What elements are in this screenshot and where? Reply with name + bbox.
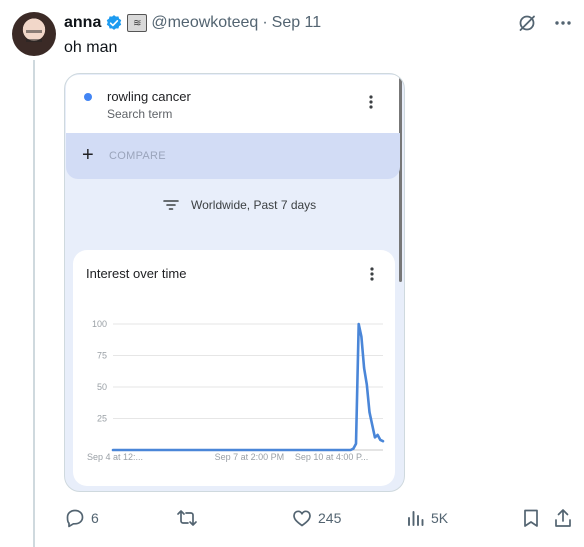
plus-icon: + (82, 144, 94, 166)
reply-count: 6 (91, 510, 99, 526)
share-icon (555, 509, 571, 527)
interest-line-chart: 25 50 75 100 Sep 4 at 12:... Sep 7 at 2:00 PM… (87, 319, 385, 462)
author-handle[interactable]: @meowkoteeq (151, 14, 258, 32)
y-tick-label: 25 (97, 414, 107, 424)
more-options-icon[interactable] (554, 14, 572, 32)
tweet-header: anna ≋ @meowkoteeq · Sep 11 (64, 12, 321, 34)
views-chart-icon (408, 511, 424, 526)
filter-icon (163, 200, 179, 210)
compare-bar: + COMPARE (66, 133, 400, 179)
tweet-text: oh man (64, 39, 118, 56)
kebab-menu-icon (369, 95, 373, 109)
y-tick-label: 50 (97, 382, 107, 392)
filter-row: Worldwide, Past 7 days (163, 198, 316, 212)
x-tick-label: Sep 4 at 12:... (87, 452, 143, 462)
x-tick-label: Sep 10 at 4:00 P... (295, 452, 368, 462)
search-term-title: rowling cancer (107, 89, 191, 104)
x-tick-label: Sep 7 at 2:00 PM (215, 452, 285, 462)
repost-icon (177, 510, 197, 526)
views-action[interactable]: 5K (407, 507, 448, 529)
share-action[interactable] (554, 507, 572, 529)
affiliate-badge-icon: ≋ (127, 14, 148, 32)
repost-action[interactable] (176, 507, 198, 529)
tweet-date[interactable]: Sep 11 (272, 14, 322, 32)
like-action[interactable]: 245 (292, 507, 341, 529)
thread-line (33, 60, 35, 547)
search-term-card: rowling cancer Search term (66, 75, 399, 133)
header-separator: · (262, 14, 268, 31)
tweet-action-bar: 6 245 5K (64, 507, 574, 529)
header-actions (518, 14, 572, 32)
heart-icon (293, 510, 311, 527)
grok-icon[interactable] (518, 14, 536, 32)
filter-label: Worldwide, Past 7 days (191, 198, 317, 212)
interest-chart-card: Interest over time 25 50 75 100 Sep 4 at 12:… (73, 250, 395, 486)
reply-icon (66, 509, 84, 528)
compare-label: COMPARE (109, 150, 166, 162)
bookmark-action[interactable] (522, 507, 540, 529)
bookmark-icon (524, 509, 538, 527)
avatar[interactable] (12, 12, 56, 56)
y-tick-label: 75 (97, 351, 107, 361)
tweet-media-image[interactable]: rowling cancer Search term + COMPARE Wor… (64, 73, 405, 492)
y-tick-label: 100 (92, 319, 107, 329)
views-count: 5K (431, 510, 449, 526)
verified-badge-icon (107, 15, 122, 30)
scrollbar (399, 78, 402, 282)
author-name[interactable]: anna (64, 14, 101, 32)
search-term-type: Search term (107, 107, 173, 121)
reply-action[interactable]: 6 (65, 507, 99, 529)
like-count: 245 (318, 510, 342, 526)
series-color-dot (84, 93, 92, 101)
